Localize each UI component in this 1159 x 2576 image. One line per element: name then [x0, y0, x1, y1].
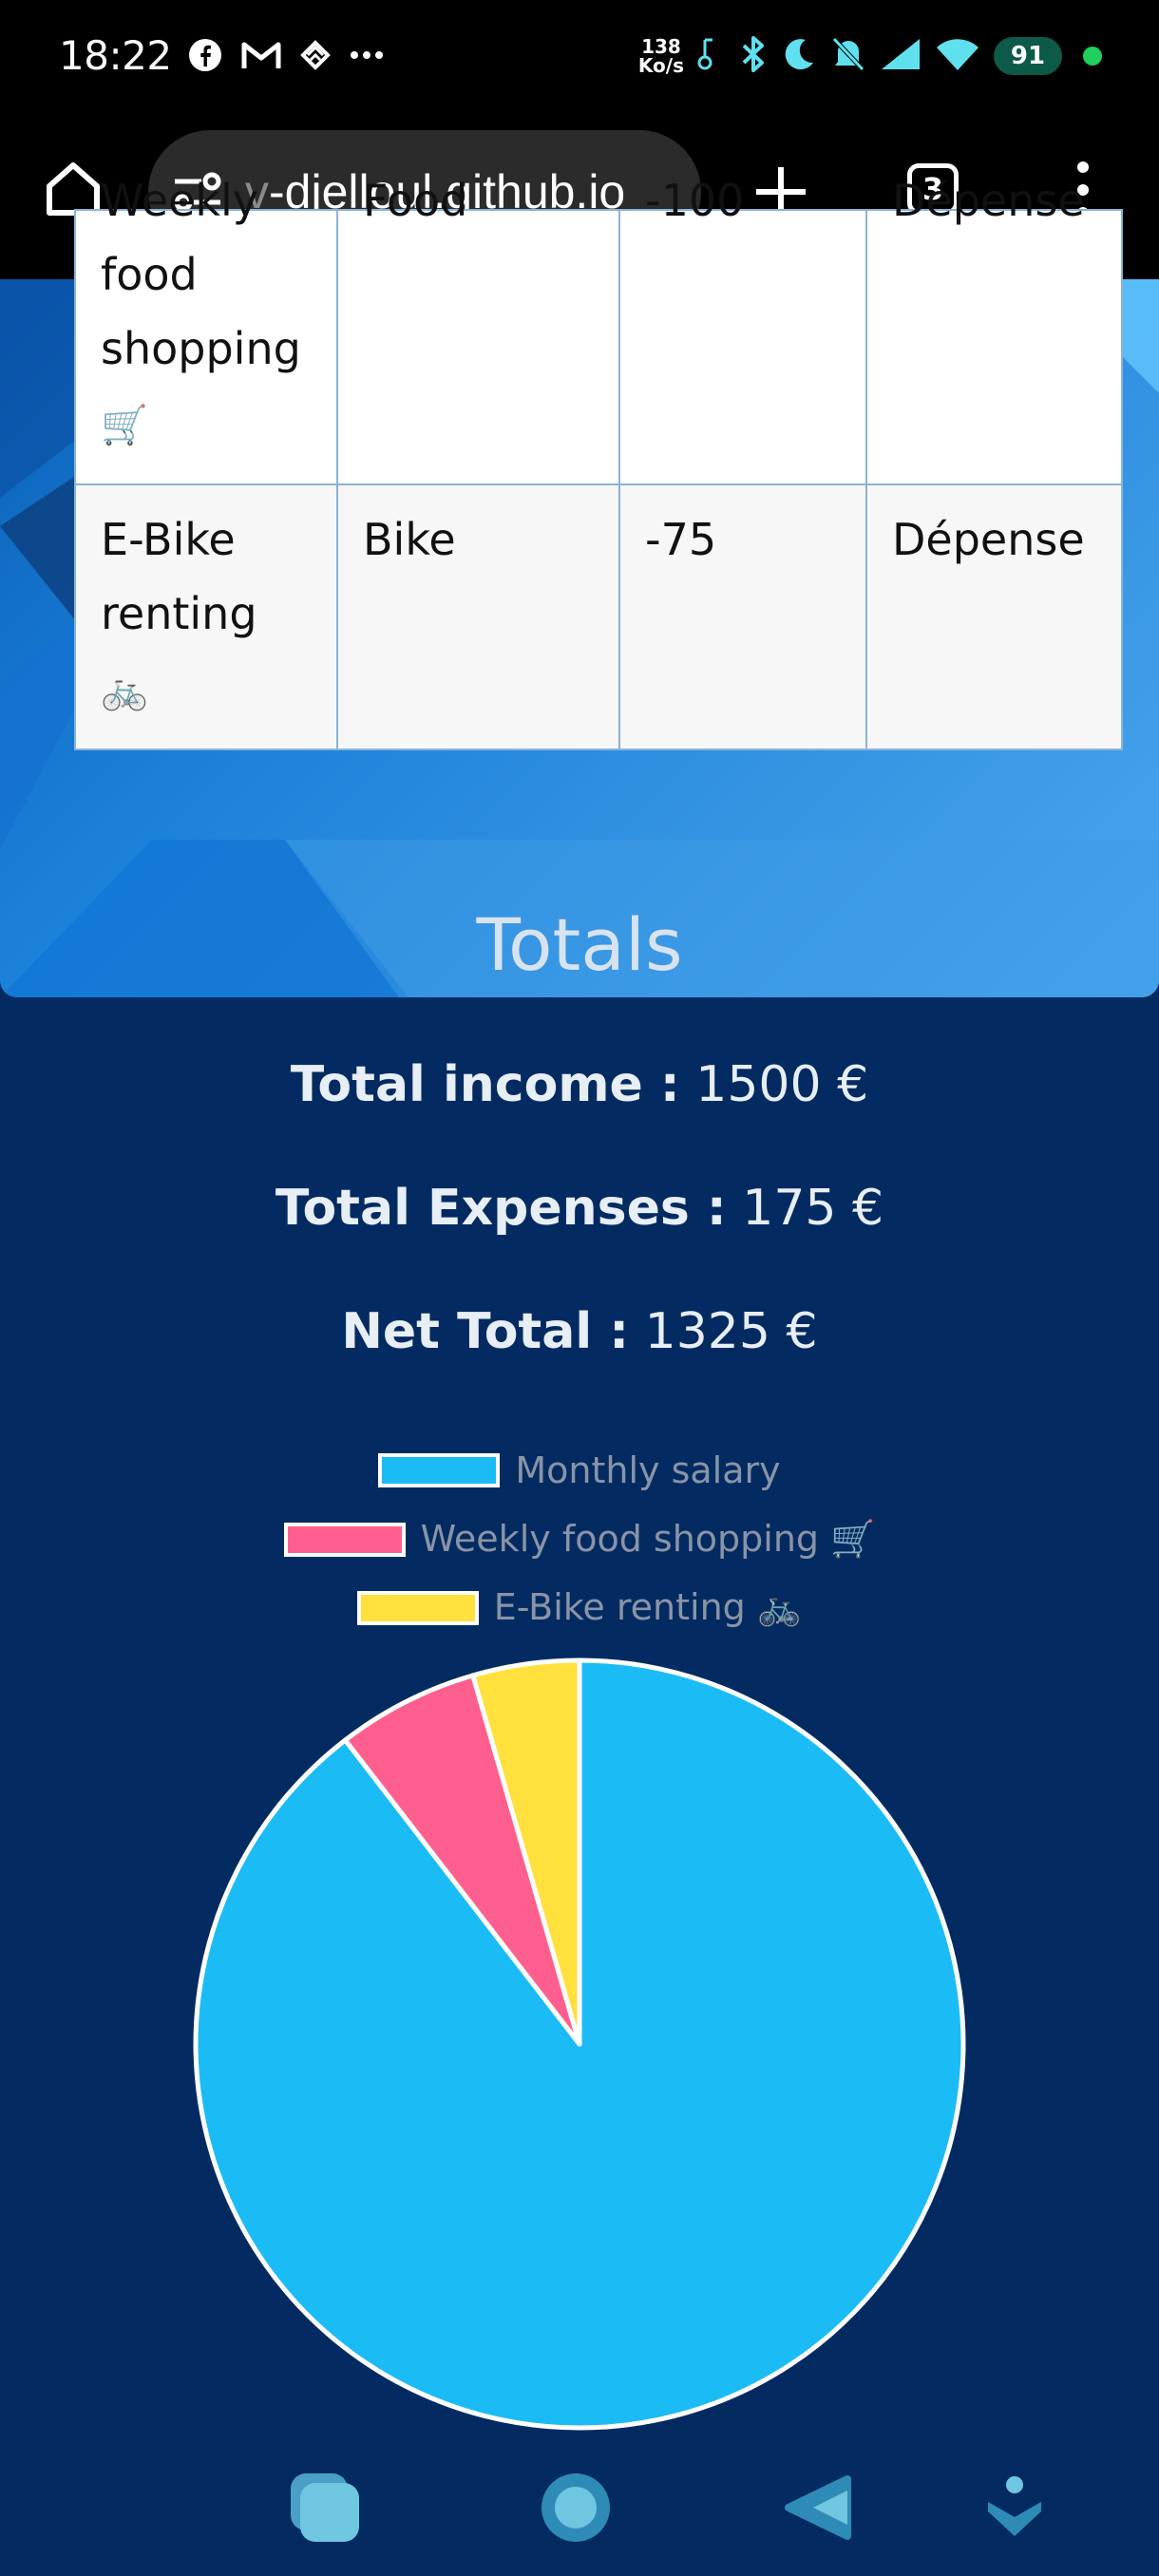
pie-chart[interactable]: [190, 1655, 969, 2434]
table-cell-description: Weekly food shopping 🛒: [101, 175, 301, 447]
battery-indicator: 91: [994, 37, 1062, 75]
legend-swatch: [356, 1590, 479, 1625]
legend-item[interactable]: Monthly salary: [0, 1449, 1159, 1491]
table-cell-category: Food: [363, 175, 468, 226]
home-nav-button[interactable]: [538, 2470, 614, 2549]
back-icon: [785, 2475, 851, 2540]
table-cell-amount: -100: [645, 175, 745, 226]
recent-apps-button[interactable]: [287, 2470, 363, 2549]
total-income: Total income : 1500 €: [290, 1056, 869, 1113]
app-icon: [300, 40, 331, 70]
recent-apps-icon: [291, 2473, 359, 2542]
legend-label: Monthly salary: [515, 1449, 781, 1491]
table-cell-category: Bike: [363, 514, 456, 565]
legend-swatch: [283, 1522, 406, 1557]
accessibility-icon: [988, 2476, 1041, 2536]
legend-swatch: [378, 1453, 501, 1487]
status-bar: 18:22 138 Ko/s 91: [0, 0, 1159, 118]
status-time: 18:22: [59, 32, 172, 79]
legend-label: Weekly food shopping 🛒: [420, 1518, 876, 1560]
facebook-icon: [188, 38, 222, 72]
back-button[interactable]: [781, 2473, 857, 2546]
table-cell-amount: -75: [645, 514, 717, 565]
net-speed: 138 Ko/s: [637, 35, 684, 77]
bluetooth-icon: [697, 34, 726, 78]
navigation-bar: [0, 2432, 1159, 2576]
bluetooth-icon: [739, 34, 768, 78]
net-total: Net Total : 1325 €: [341, 1303, 818, 1360]
table-cell-description: E-Bike renting 🚲: [101, 514, 257, 712]
moon-icon: [781, 36, 817, 76]
legend-item[interactable]: Weekly food shopping 🛒: [0, 1518, 1159, 1561]
totals-heading: Totals: [476, 902, 683, 987]
home-circle-icon: [542, 2473, 610, 2542]
legend-label: E-Bike renting 🚲: [493, 1586, 803, 1628]
gmail-icon: [241, 40, 281, 70]
total-expenses: Total Expenses : 175 €: [275, 1180, 884, 1237]
wifi-icon: [935, 36, 980, 76]
signal-icon: [880, 37, 922, 75]
legend-item[interactable]: E-Bike renting 🚲: [0, 1586, 1159, 1629]
table-cell-type: Dépense: [892, 514, 1085, 565]
mute-icon: [830, 35, 866, 77]
table-row: E-Bike renting 🚲 Bike -75 Dépense: [74, 483, 1123, 750]
accessibility-button[interactable]: [984, 2473, 1045, 2546]
privacy-dot: [1083, 47, 1102, 66]
table-row: Weekly food shopping 🛒 Food -100 Dépense: [74, 175, 1123, 485]
transactions-table: Weekly food shopping 🛒 Food -100 Dépense …: [74, 175, 1123, 750]
table-cell-type: Dépense: [892, 175, 1085, 226]
more-icon: [350, 50, 384, 60]
